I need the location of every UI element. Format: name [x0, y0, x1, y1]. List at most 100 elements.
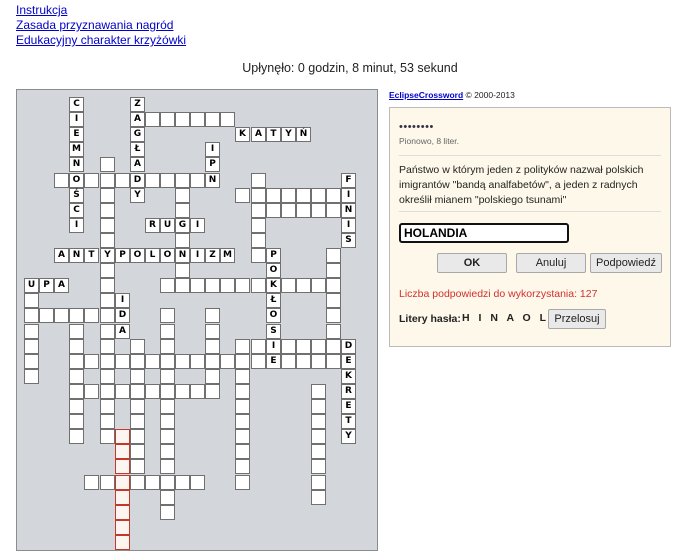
- crossword-cell[interactable]: [160, 324, 175, 339]
- ok-button[interactable]: OK: [437, 253, 507, 273]
- crossword-cell[interactable]: [84, 384, 99, 399]
- crossword-cell[interactable]: [326, 324, 341, 339]
- crossword-cell[interactable]: [24, 324, 39, 339]
- crossword-cell[interactable]: [281, 339, 296, 354]
- crossword-cell[interactable]: Ń: [296, 127, 311, 142]
- active-word-cell[interactable]: [115, 459, 130, 474]
- crossword-cell[interactable]: [100, 475, 115, 490]
- crossword-cell[interactable]: [281, 188, 296, 203]
- crossword-cell[interactable]: [175, 475, 190, 490]
- crossword-cell[interactable]: [205, 384, 220, 399]
- crossword-cell[interactable]: [281, 203, 296, 218]
- crossword-cell[interactable]: [160, 505, 175, 520]
- crossword-cell[interactable]: [100, 354, 115, 369]
- crossword-cell[interactable]: Y: [281, 127, 296, 142]
- crossword-cell[interactable]: Ś: [69, 188, 84, 203]
- crossword-cell[interactable]: [311, 203, 326, 218]
- crossword-cell[interactable]: [130, 444, 145, 459]
- crossword-cell[interactable]: [100, 218, 115, 233]
- crossword-cell[interactable]: Z: [130, 97, 145, 112]
- crossword-cell[interactable]: E: [341, 354, 356, 369]
- crossword-cell[interactable]: [100, 188, 115, 203]
- crossword-cell[interactable]: [205, 278, 220, 293]
- crossword-cell[interactable]: [175, 173, 190, 188]
- crossword-cell[interactable]: P: [266, 248, 281, 263]
- crossword-cell[interactable]: R: [145, 218, 160, 233]
- crossword-cell[interactable]: [281, 354, 296, 369]
- crossword-cell[interactable]: [266, 203, 281, 218]
- crossword-cell[interactable]: A: [130, 112, 145, 127]
- crossword-cell[interactable]: O: [69, 173, 84, 188]
- crossword-cell[interactable]: D: [115, 308, 130, 323]
- crossword-cell[interactable]: [160, 369, 175, 384]
- crossword-cell[interactable]: [69, 414, 84, 429]
- crossword-cell[interactable]: [235, 459, 250, 474]
- crossword-cell[interactable]: [54, 308, 69, 323]
- crossword-cell[interactable]: [160, 112, 175, 127]
- crossword-cell[interactable]: [190, 278, 205, 293]
- crossword-cell[interactable]: [296, 339, 311, 354]
- crossword-cell[interactable]: [24, 369, 39, 384]
- crossword-cell[interactable]: [311, 429, 326, 444]
- crossword-cell[interactable]: [311, 459, 326, 474]
- crossword-cell[interactable]: [220, 112, 235, 127]
- crossword-cell[interactable]: [24, 339, 39, 354]
- crossword-cell[interactable]: [130, 475, 145, 490]
- crossword-cell[interactable]: [175, 233, 190, 248]
- crossword-cell[interactable]: [160, 399, 175, 414]
- crossword-cell[interactable]: [160, 354, 175, 369]
- crossword-cell[interactable]: O: [266, 263, 281, 278]
- crossword-cell[interactable]: N: [69, 157, 84, 172]
- crossword-cell[interactable]: S: [266, 324, 281, 339]
- crossword-cell[interactable]: G: [130, 127, 145, 142]
- crossword-cell[interactable]: [69, 354, 84, 369]
- crossword-cell[interactable]: [326, 248, 341, 263]
- crossword-cell[interactable]: [205, 308, 220, 323]
- crossword-cell[interactable]: [296, 354, 311, 369]
- crossword-cell[interactable]: [24, 293, 39, 308]
- crossword-cell[interactable]: [160, 429, 175, 444]
- crossword-cell[interactable]: [251, 354, 266, 369]
- crossword-cell[interactable]: T: [266, 127, 281, 142]
- crossword-cell[interactable]: K: [235, 127, 250, 142]
- crossword-cell[interactable]: [175, 354, 190, 369]
- crossword-cell[interactable]: [326, 354, 341, 369]
- crossword-cell[interactable]: [160, 384, 175, 399]
- active-word-cell[interactable]: [115, 520, 130, 535]
- crossword-cell[interactable]: [235, 384, 250, 399]
- crossword-cell[interactable]: [160, 278, 175, 293]
- crossword-cell[interactable]: I: [115, 293, 130, 308]
- crossword-cell[interactable]: [311, 490, 326, 505]
- crossword-cell[interactable]: O: [130, 248, 145, 263]
- crossword-cell[interactable]: [160, 339, 175, 354]
- crossword-cell[interactable]: [296, 188, 311, 203]
- active-word-cell[interactable]: [115, 444, 130, 459]
- crossword-cell[interactable]: [100, 369, 115, 384]
- crossword-cell[interactable]: P: [115, 248, 130, 263]
- crossword-cell[interactable]: [175, 203, 190, 218]
- crossword-cell[interactable]: [175, 384, 190, 399]
- crossword-cell[interactable]: [190, 112, 205, 127]
- crossword-cell[interactable]: C: [69, 97, 84, 112]
- crossword-cell[interactable]: O: [160, 248, 175, 263]
- crossword-cell[interactable]: [175, 188, 190, 203]
- crossword-cell[interactable]: U: [160, 218, 175, 233]
- crossword-cell[interactable]: [145, 354, 160, 369]
- crossword-cell[interactable]: [100, 324, 115, 339]
- crossword-cell[interactable]: I: [190, 218, 205, 233]
- crossword-cell[interactable]: [84, 173, 99, 188]
- crossword-cell[interactable]: [235, 475, 250, 490]
- crossword-cell[interactable]: [235, 369, 250, 384]
- crossword-cell[interactable]: E: [69, 127, 84, 142]
- crossword-cell[interactable]: [326, 339, 341, 354]
- crossword-cell[interactable]: [251, 218, 266, 233]
- crossword-cell[interactable]: [296, 278, 311, 293]
- crossword-cell[interactable]: I: [341, 188, 356, 203]
- crossword-cell[interactable]: [100, 173, 115, 188]
- crossword-cell[interactable]: [69, 308, 84, 323]
- crossword-cell[interactable]: N: [175, 248, 190, 263]
- crossword-cell[interactable]: [130, 414, 145, 429]
- crossword-cell[interactable]: [130, 459, 145, 474]
- crossword-cell[interactable]: I: [266, 339, 281, 354]
- crossword-cell[interactable]: [326, 263, 341, 278]
